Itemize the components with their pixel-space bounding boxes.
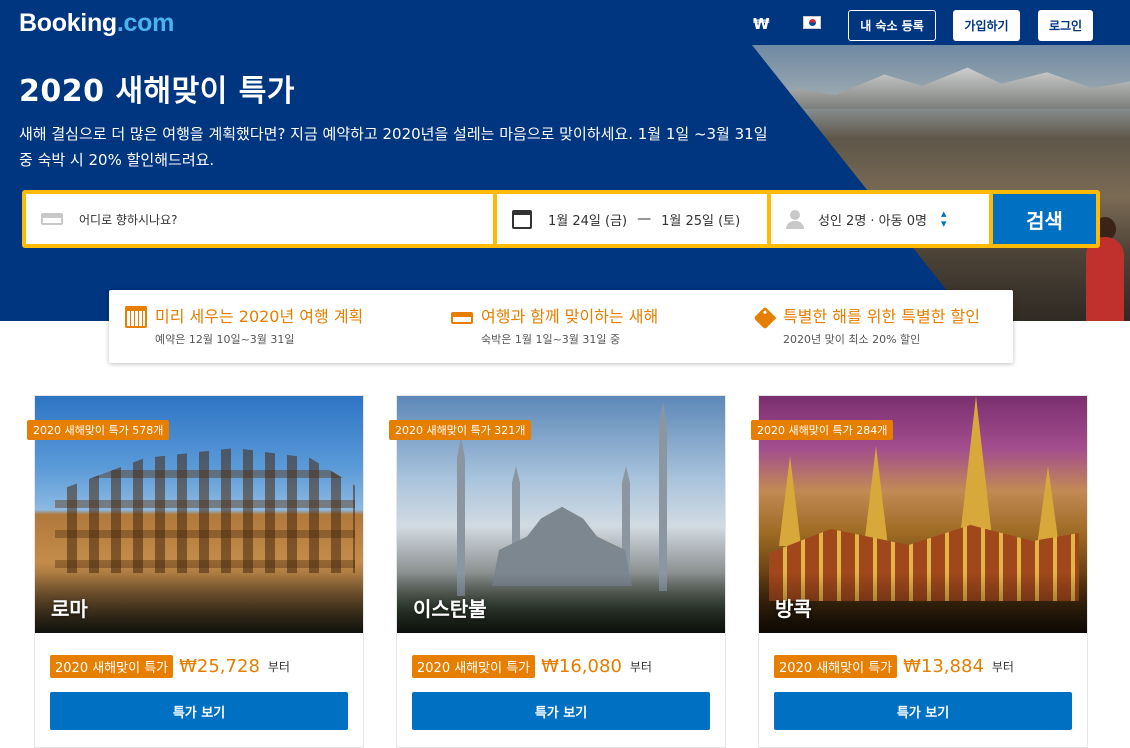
price-row: 2020 새해맞이 특가 ₩16,080 부터 — [412, 655, 652, 678]
benefit-item: 미리 세우는 2020년 여행 계획 예약은 12월 10일~3월 31일 — [125, 306, 363, 347]
currency-selector[interactable]: ₩ — [753, 15, 770, 33]
benefit-subtitle: 예약은 12월 10일~3월 31일 — [155, 333, 295, 346]
city-name: 로마 — [51, 597, 88, 621]
price: ₩13,884 — [903, 656, 984, 677]
tag-icon — [753, 306, 777, 330]
view-deals-button[interactable]: 특가 보기 — [50, 692, 348, 730]
city-name: 방콕 — [775, 597, 812, 621]
price-row: 2020 새해맞이 특가 ₩13,884 부터 — [774, 655, 1014, 678]
traveler-figure — [1086, 237, 1124, 321]
benefit-item: 여행과 함께 맞이하는 새해 숙박은 1월 1일~3월 31일 중 — [451, 306, 658, 347]
colosseum-shape — [55, 448, 355, 573]
logo-text: Booking — [19, 9, 117, 37]
hero-banner: Booking.com ₩ 내 숙소 등록 가입하기 로그인 2020 새해맞이… — [0, 0, 1130, 321]
mountain-ridge — [752, 67, 1130, 109]
deal-card-bangkok[interactable]: 방콕 2020 새해맞이 특가 284개 2020 새해맞이 특가 ₩13,88… — [751, 395, 1088, 748]
date-picker[interactable]: 1월 24일 (금) — 1월 25일 (토) — [497, 194, 767, 244]
sign-in-button[interactable]: 로그인 — [1038, 10, 1093, 41]
destination-field[interactable]: 어디로 향하시나요? — [26, 194, 493, 244]
price-badge: 2020 새해맞이 특가 — [50, 655, 174, 678]
deal-card-rome[interactable]: 로마 2020 새해맞이 특가 578개 2020 새해맞이 특가 ₩25,72… — [27, 395, 364, 748]
price-suffix: 부터 — [267, 660, 290, 674]
guests-value: 성인 2명 · 아동 0명 — [818, 213, 927, 229]
price: ₩16,080 — [541, 656, 622, 677]
search-bar: 어디로 향하시나요? 1월 24일 (금) — 1월 25일 (토) 성인 2명… — [22, 190, 1100, 248]
view-deals-button[interactable]: 특가 보기 — [412, 692, 710, 730]
benefit-subtitle: 2020년 맞이 최소 20% 할인 — [783, 333, 921, 346]
deal-count-badge: 2020 새해맞이 특가 284개 — [751, 420, 894, 440]
city-name: 이스탄불 — [413, 597, 487, 621]
benefit-subtitle: 숙박은 1월 1일~3월 31일 중 — [481, 333, 621, 346]
benefit-title: 미리 세우는 2020년 여행 계획 — [155, 307, 364, 326]
calendar-icon — [125, 306, 147, 328]
deal-count-badge: 2020 새해맞이 특가 578개 — [27, 420, 170, 440]
view-deals-button[interactable]: 특가 보기 — [774, 692, 1072, 730]
spire-shape — [864, 446, 888, 546]
logo-domain: .com — [116, 9, 175, 37]
calendar-icon — [512, 209, 532, 229]
checkin-date[interactable]: 1월 24일 (금) — [548, 210, 627, 229]
booking-logo[interactable]: Booking.com — [19, 9, 174, 38]
register-button[interactable]: 가입하기 — [953, 10, 1020, 41]
guests-selector[interactable]: 성인 2명 · 아동 0명 ▴ ▾ — [771, 194, 989, 244]
price-badge: 2020 새해맞이 특가 — [412, 655, 536, 678]
price: ₩25,728 — [179, 656, 260, 677]
benefit-item: 특별한 해를 위한 특별한 할인 2020년 맞이 최소 20% 할인 — [753, 306, 980, 347]
person-icon — [786, 209, 804, 229]
benefit-title: 여행과 함께 맞이하는 새해 — [481, 307, 659, 326]
minaret-shape — [659, 401, 667, 591]
price-suffix: 부터 — [991, 660, 1014, 674]
spire-shape — [959, 396, 993, 546]
minaret-shape — [457, 436, 465, 596]
deal-count-badge: 2020 새해맞이 특가 321개 — [389, 420, 532, 440]
benefit-title: 특별한 해를 위한 특별한 할인 — [783, 307, 980, 326]
korean-flag-icon[interactable] — [803, 16, 821, 29]
destination-placeholder: 어디로 향하시나요? — [79, 212, 178, 227]
hero-title: 2020 새해맞이 특가 — [19, 74, 295, 109]
deal-card-istanbul[interactable]: 이스탄불 2020 새해맞이 특가 321개 2020 새해맞이 특가 ₩16,… — [389, 395, 726, 748]
search-button[interactable]: 검색 — [993, 194, 1096, 244]
checkout-date[interactable]: 1월 25일 (토) — [661, 210, 740, 229]
price-row: 2020 새해맞이 특가 ₩25,728 부터 — [50, 655, 290, 678]
bed-icon — [451, 312, 473, 324]
price-suffix: 부터 — [629, 660, 652, 674]
benefits-panel: 미리 세우는 2020년 여행 계획 예약은 12월 10일~3월 31일 여행… — [109, 290, 1013, 363]
spire-shape — [1037, 466, 1059, 546]
spire-shape — [779, 456, 801, 546]
bed-icon — [41, 213, 63, 225]
hero-description: 새해 결심으로 더 많은 여행을 계획했다면? 지금 예약하고 2020년을 설… — [19, 125, 768, 169]
hero-photo — [752, 45, 1130, 321]
list-property-button[interactable]: 내 숙소 등록 — [848, 10, 936, 41]
up-down-chevron-icon: ▴ ▾ — [940, 207, 947, 230]
price-badge: 2020 새해맞이 특가 — [774, 655, 898, 678]
date-separator: — — [637, 211, 652, 227]
